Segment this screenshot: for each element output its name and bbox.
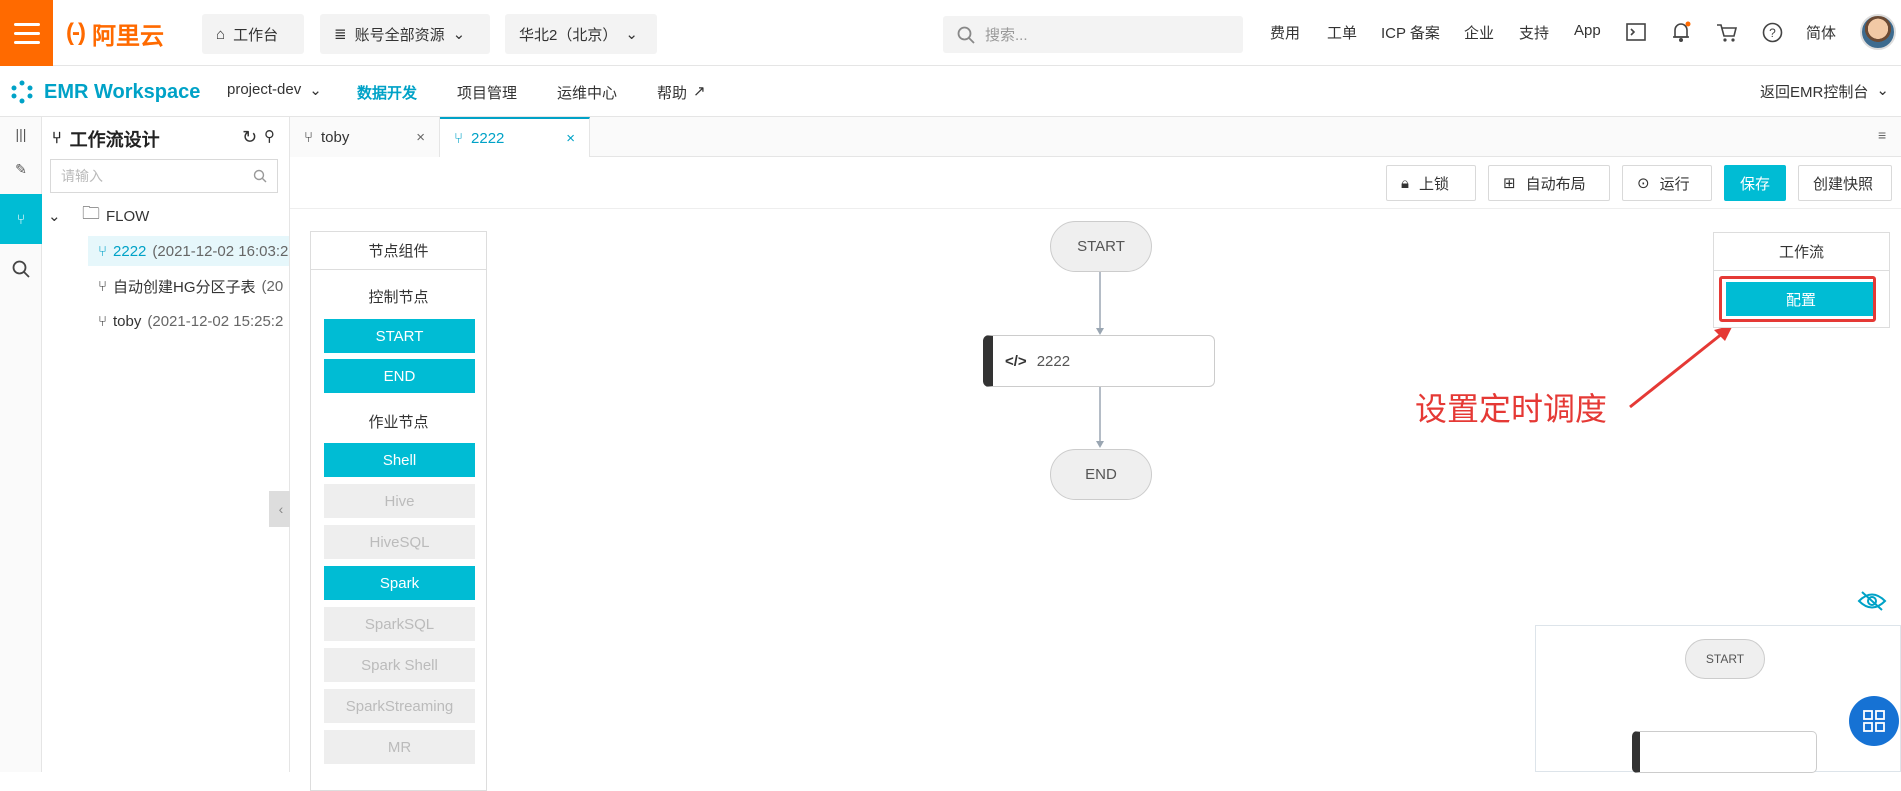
task-node-label: 2222 [1036, 352, 1071, 370]
graph-task-node[interactable]: </> 2222 [983, 335, 1215, 387]
graph-start-node[interactable]: START [1050, 221, 1152, 272]
minimap-task-node [1632, 731, 1817, 773]
minimap[interactable]: START [1535, 625, 1901, 773]
grid-icon [1863, 710, 1885, 732]
annotation-highlight-box [1719, 276, 1876, 322]
workflow-panel-title: 工作流 [1714, 233, 1889, 271]
app-grid-button[interactable] [1849, 696, 1899, 746]
graph-end-node[interactable]: END [1050, 449, 1152, 500]
annotation-text: 设置定时调度 [1415, 391, 1608, 427]
code-icon: </> [1005, 352, 1027, 370]
minimap-start-node: START [1685, 639, 1765, 679]
eye-off-icon[interactable] [1857, 590, 1887, 612]
